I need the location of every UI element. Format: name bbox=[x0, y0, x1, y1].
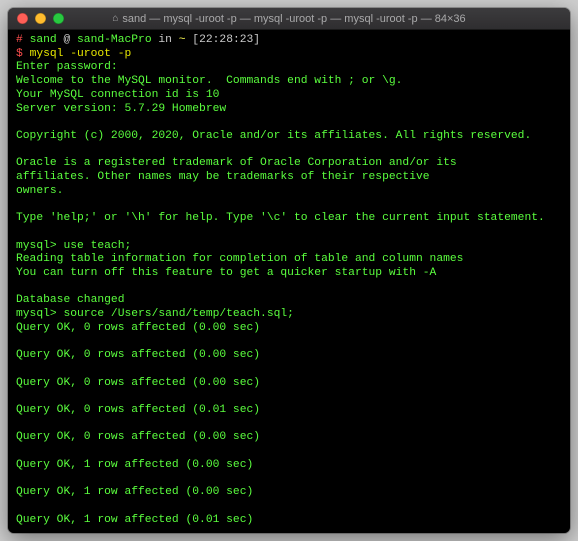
out-line: Database changed bbox=[16, 294, 124, 306]
terminal-window: ⌂ sand — mysql -uroot -p — mysql -uroot … bbox=[8, 8, 570, 533]
ps1-at: @ bbox=[63, 34, 70, 46]
query-result: Query OK, 0 rows affected (0.00 sec) bbox=[16, 322, 260, 334]
out-line: Welcome to the MySQL monitor. Commands e… bbox=[16, 75, 402, 87]
out-line: Reading table information for completion… bbox=[16, 253, 463, 265]
query-result: Query OK, 1 row affected (0.00 sec) bbox=[16, 486, 253, 498]
query-result: Query OK, 0 rows affected (0.01 sec) bbox=[16, 404, 260, 416]
mysql-prompt-1: mysql> use teach; bbox=[16, 240, 131, 252]
out-line: Oracle is a registered trademark of Orac… bbox=[16, 157, 457, 169]
out-line: Type 'help;' or '\h' for help. Type '\c'… bbox=[16, 212, 545, 224]
query-result: Query OK, 0 rows affected (0.00 sec) bbox=[16, 377, 260, 389]
ps1-time: [22:28:23] bbox=[192, 34, 260, 46]
out-line: owners. bbox=[16, 185, 63, 197]
query-result: Query OK, 0 rows affected (0.00 sec) bbox=[16, 431, 260, 443]
query-result: Query OK, 0 rows affected (0.00 sec) bbox=[16, 349, 260, 361]
ps1-path: ~ bbox=[179, 34, 186, 46]
ps1-user: sand bbox=[30, 34, 57, 46]
command-1: mysql -uroot -p bbox=[30, 48, 132, 60]
query-result: Query OK, 1 row affected (0.00 sec) bbox=[16, 459, 253, 471]
out-line: Enter password: bbox=[16, 61, 118, 73]
out-line: Copyright (c) 2000, 2020, Oracle and/or … bbox=[16, 130, 531, 142]
mysql-prompt-2: mysql> source /Users/sand/temp/teach.sql… bbox=[16, 308, 294, 320]
window-title-text: sand — mysql -uroot -p — mysql -uroot -p… bbox=[122, 13, 465, 25]
out-line: affiliates. Other names may be trademark… bbox=[16, 171, 430, 183]
home-folder-icon: ⌂ bbox=[112, 14, 118, 24]
out-line: Server version: 5.7.29 Homebrew bbox=[16, 103, 226, 115]
ps1-in: in bbox=[158, 34, 172, 46]
minimize-icon[interactable] bbox=[35, 13, 46, 24]
terminal-body[interactable]: # sand @ sand-MacPro in ~ [22:28:23] $ m… bbox=[8, 30, 570, 533]
ps1-host: sand-MacPro bbox=[77, 34, 152, 46]
traffic-lights bbox=[8, 13, 64, 24]
window-title: ⌂ sand — mysql -uroot -p — mysql -uroot … bbox=[8, 13, 570, 25]
close-icon[interactable] bbox=[17, 13, 28, 24]
prompt-dollar: $ bbox=[16, 48, 23, 60]
ps1-hash: # bbox=[16, 34, 23, 46]
titlebar[interactable]: ⌂ sand — mysql -uroot -p — mysql -uroot … bbox=[8, 8, 570, 30]
query-result: Query OK, 1 row affected (0.01 sec) bbox=[16, 514, 253, 526]
zoom-icon[interactable] bbox=[53, 13, 64, 24]
out-line: You can turn off this feature to get a q… bbox=[16, 267, 436, 279]
out-line: Your MySQL connection id is 10 bbox=[16, 89, 219, 101]
